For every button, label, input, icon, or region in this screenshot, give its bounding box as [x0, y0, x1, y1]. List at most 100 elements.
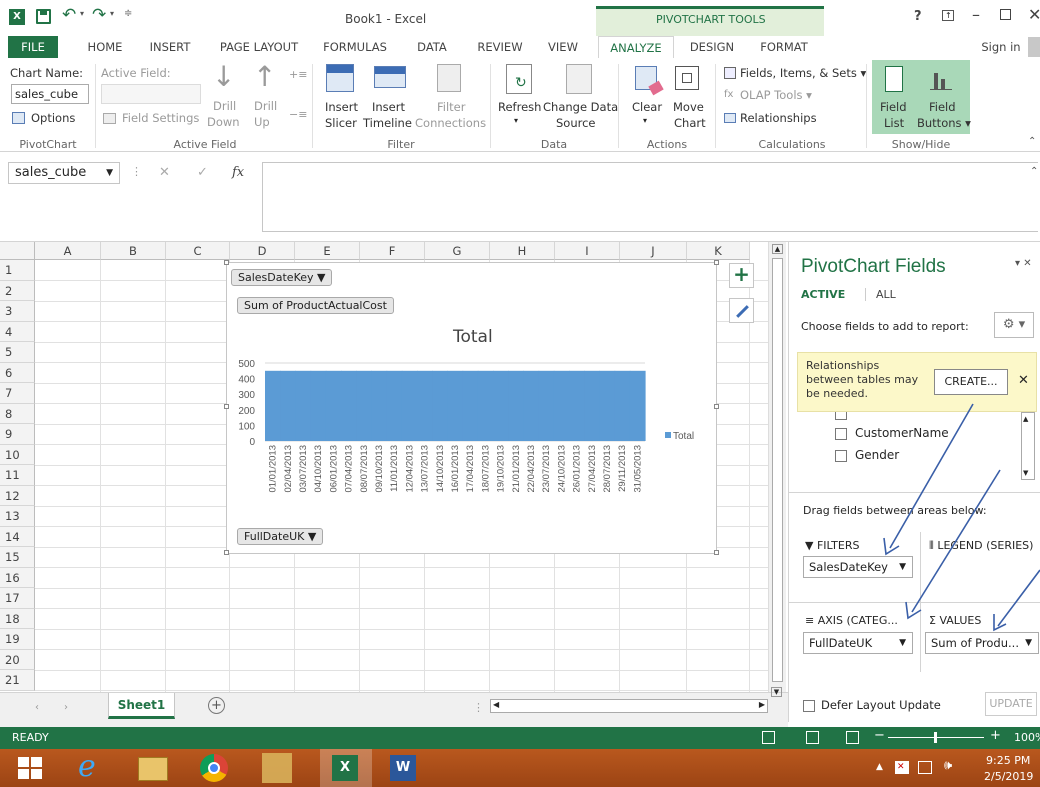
column-header[interactable]: K: [687, 242, 750, 260]
tab-insert[interactable]: INSERT: [143, 36, 197, 58]
insert-slicer-label-1[interactable]: Insert: [325, 100, 358, 114]
tab-review[interactable]: REVIEW: [470, 36, 530, 58]
tab-file[interactable]: FILE: [8, 36, 58, 58]
fields-items-sets-button[interactable]: Fields, Items, & Sets ▾: [740, 66, 866, 80]
cancel-entry-icon[interactable]: ✕: [159, 165, 170, 180]
row-header[interactable]: 5: [0, 342, 35, 363]
sheet-tab-sheet1[interactable]: Sheet1: [108, 693, 175, 719]
row-header[interactable]: 21: [0, 670, 35, 691]
network-icon[interactable]: [918, 761, 932, 774]
tools-app-icon[interactable]: [262, 753, 292, 783]
tab-format[interactable]: FORMAT: [752, 36, 816, 58]
undo-icon[interactable]: ↶: [62, 5, 76, 25]
olap-tools-button[interactable]: OLAP Tools ▾: [740, 88, 812, 102]
windows-start-icon[interactable]: [18, 757, 42, 779]
clock-date[interactable]: 2/5/2019: [984, 770, 1033, 783]
save-icon[interactable]: [36, 9, 51, 24]
chart-elements-button[interactable]: +: [729, 263, 754, 288]
collapse-field-icon[interactable]: −≡: [289, 108, 307, 121]
row-header[interactable]: 3: [0, 301, 35, 322]
field-buttons-button[interactable]: Buttons ▾: [917, 116, 971, 130]
sign-in-link[interactable]: Sign in: [978, 36, 1024, 58]
account-avatar-icon[interactable]: [1028, 37, 1040, 57]
close-notice-icon[interactable]: ✕: [1018, 373, 1029, 388]
name-box[interactable]: sales_cube ▼: [8, 162, 120, 184]
defer-layout-checkbox[interactable]: [803, 700, 815, 712]
row-header[interactable]: 2: [0, 280, 35, 301]
row-header[interactable]: 17: [0, 588, 35, 609]
column-header[interactable]: B: [101, 242, 166, 260]
axis-field-dropdown[interactable]: FullDateUK ▼: [803, 632, 913, 654]
scroll-up-icon[interactable]: ▲: [772, 244, 783, 254]
field-list-scrollbar[interactable]: ▲ ▼: [1021, 412, 1035, 480]
values-field-dropdown[interactable]: Sum of Produ... ▼: [925, 632, 1039, 654]
row-header[interactable]: 6: [0, 362, 35, 383]
help-button[interactable]: ?: [914, 9, 922, 24]
insert-slicer-label-2[interactable]: Slicer: [325, 116, 357, 130]
chart-resize-handle[interactable]: [224, 260, 229, 265]
column-header[interactable]: J: [620, 242, 687, 260]
enter-entry-icon[interactable]: ✓: [197, 165, 208, 180]
row-header[interactable]: 7: [0, 383, 35, 404]
tab-active[interactable]: ACTIVE: [801, 288, 845, 301]
formula-input[interactable]: [262, 162, 1038, 232]
drill-down-label-2[interactable]: Down: [207, 115, 240, 129]
row-header[interactable]: 14: [0, 526, 35, 547]
column-header[interactable]: A: [35, 242, 101, 260]
insert-timeline-label-1[interactable]: Insert: [372, 100, 405, 114]
tab-view[interactable]: VIEW: [540, 36, 586, 58]
drill-up-label-1[interactable]: Drill: [254, 99, 277, 113]
new-sheet-icon[interactable]: +: [208, 697, 225, 714]
show-hidden-icons-icon[interactable]: ▲: [876, 762, 883, 772]
tab-analyze[interactable]: ANALYZE: [598, 36, 674, 58]
axis-field-button[interactable]: FullDateUK ▼: [237, 528, 324, 545]
scroll-sheets-left-icon[interactable]: ‹: [35, 702, 39, 713]
options-button[interactable]: Options: [31, 111, 75, 125]
normal-view-icon[interactable]: [762, 731, 775, 744]
row-header[interactable]: 8: [0, 403, 35, 424]
zoom-thumb[interactable]: [934, 732, 937, 743]
chart-styles-button[interactable]: [729, 298, 754, 323]
row-header[interactable]: 16: [0, 567, 35, 588]
relationships-button[interactable]: Relationships: [740, 111, 817, 125]
select-all-corner[interactable]: [0, 242, 35, 260]
chart-name-input[interactable]: sales_cube: [11, 84, 89, 104]
field-checkbox[interactable]: [835, 412, 847, 420]
zoom-slider[interactable]: [888, 732, 984, 743]
name-box-dropdown-icon[interactable]: ▼: [106, 163, 113, 183]
action-center-icon[interactable]: ✕: [895, 761, 909, 774]
scroll-sheets-right-icon[interactable]: ›: [64, 702, 68, 713]
field-list-label-1[interactable]: Field: [880, 100, 907, 114]
volume-icon[interactable]: 🕪: [944, 758, 952, 773]
field-checkbox-gender[interactable]: [835, 450, 847, 462]
clear-button[interactable]: Clear: [632, 100, 662, 114]
filters-field-dropdown[interactable]: SalesDateKey ▼: [803, 556, 913, 578]
row-header[interactable]: 4: [0, 321, 35, 342]
minimize-button[interactable]: –: [972, 5, 980, 24]
column-header[interactable]: I: [555, 242, 620, 260]
customize-quick-access-icon[interactable]: ≑: [124, 8, 132, 19]
tab-page-layout[interactable]: PAGE LAYOUT: [212, 36, 306, 58]
row-header[interactable]: 19: [0, 629, 35, 650]
page-break-view-icon[interactable]: [846, 731, 859, 744]
change-data-source-label-1[interactable]: Change Data: [543, 100, 618, 114]
chart-resize-handle[interactable]: [714, 550, 719, 555]
vertical-scrollbar[interactable]: ▲: [768, 242, 786, 692]
chart-title[interactable]: Total: [453, 327, 493, 347]
chart-resize-handle[interactable]: [714, 404, 719, 409]
expand-formula-bar-icon[interactable]: ⌃: [1030, 166, 1038, 177]
value-field-button[interactable]: Sum of ProductActualCost: [237, 297, 394, 314]
update-button[interactable]: UPDATE: [985, 692, 1037, 716]
column-header[interactable]: F: [360, 242, 425, 260]
column-header[interactable]: G: [425, 242, 490, 260]
row-header[interactable]: 20: [0, 649, 35, 670]
row-header[interactable]: 15: [0, 547, 35, 568]
refresh-button[interactable]: Refresh: [498, 100, 541, 114]
change-data-source-label-2[interactable]: Source: [556, 116, 596, 130]
excel-taskbar-icon[interactable]: X: [320, 749, 372, 787]
tab-formulas[interactable]: FORMULAS: [320, 36, 390, 58]
row-header[interactable]: 13: [0, 506, 35, 527]
refresh-dropdown-icon[interactable]: ▾: [514, 116, 518, 125]
chart-resize-handle[interactable]: [224, 404, 229, 409]
tab-all[interactable]: ALL: [865, 288, 896, 301]
